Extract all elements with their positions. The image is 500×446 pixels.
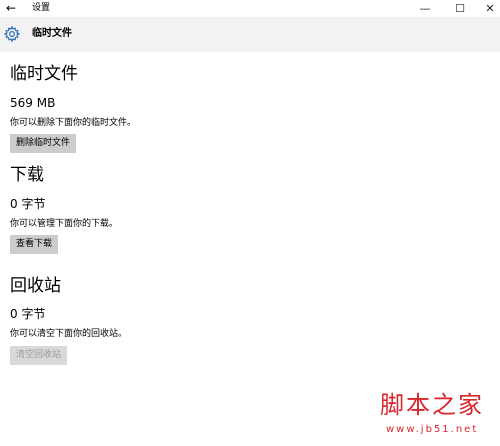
section-title-downloads: 下载 [10,165,44,185]
temp-files-size: 569 MB [10,96,56,110]
temp-files-description: 你可以删除下面你的临时文件。 [10,118,137,128]
empty-recycle-bin-button[interactable]: 清空回收站 [10,346,68,365]
close-icon[interactable]: ✕ [475,0,500,17]
back-arrow-icon[interactable]: ← [4,1,18,15]
section-title-temp-files: 临时文件 [10,64,78,84]
page-header: 临时文件 [0,17,500,52]
title-bar: ← 设置 — ☐ ✕ [0,0,500,17]
downloads-size: 0 字节 [10,197,46,211]
section-title-recycle-bin: 回收站 [10,276,61,296]
gear-icon [3,25,21,43]
view-downloads-button[interactable]: 查看下载 [10,235,59,254]
minimize-icon[interactable]: — [410,0,440,17]
watermark: 脚本之家 www.jb51.net [372,390,500,446]
page-title: 临时文件 [32,28,72,39]
delete-temp-files-button[interactable]: 删除临时文件 [10,134,77,153]
window-title: 设置 [32,3,51,13]
recycle-bin-size: 0 字节 [10,307,46,321]
recycle-bin-description: 你可以清空下面你的回收站。 [10,329,128,339]
watermark-url: www.jb51.net [386,424,479,435]
watermark-text: 脚本之家 [380,391,484,419]
maximize-icon[interactable]: ☐ [445,0,475,17]
downloads-description: 你可以管理下面你的下载。 [10,219,119,229]
